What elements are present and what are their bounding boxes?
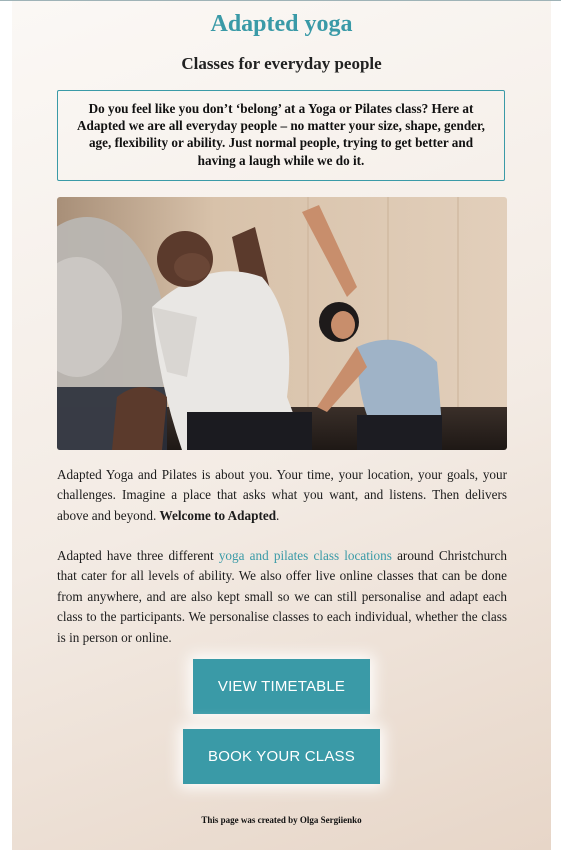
page-title: Adapted yoga	[210, 11, 353, 37]
intro-paragraph: Adapted Yoga and Pilates is about you. Y…	[57, 465, 507, 526]
view-timetable-button[interactable]: VIEW TIMETABLE	[193, 659, 370, 714]
yoga-class-photo	[57, 197, 507, 450]
intro-paragraph-end: .	[276, 507, 280, 523]
intro-callout: Do you feel like you don’t ‘belong’ at a…	[57, 90, 505, 181]
intro-paragraph-text: Adapted Yoga and Pilates is about you. Y…	[57, 467, 507, 523]
page-container: Adapted yoga Classes for everyday people…	[12, 1, 551, 850]
book-class-button[interactable]: BOOK YOUR CLASS	[183, 729, 380, 784]
class-locations-link[interactable]: yoga and pilates class locations	[219, 548, 392, 563]
welcome-bold-text: Welcome to Adapted	[159, 507, 277, 523]
intro-text: Do you feel like you don’t ‘belong’ at a…	[77, 101, 485, 168]
hero-image	[57, 197, 507, 450]
footer-credit: This page was created by Olga Sergiienko	[201, 815, 362, 825]
page-subtitle: Classes for everyday people	[181, 54, 382, 73]
locations-text-before: Adapted have three different	[57, 548, 214, 563]
locations-paragraph: Adapted have three different yoga and pi…	[57, 546, 507, 648]
